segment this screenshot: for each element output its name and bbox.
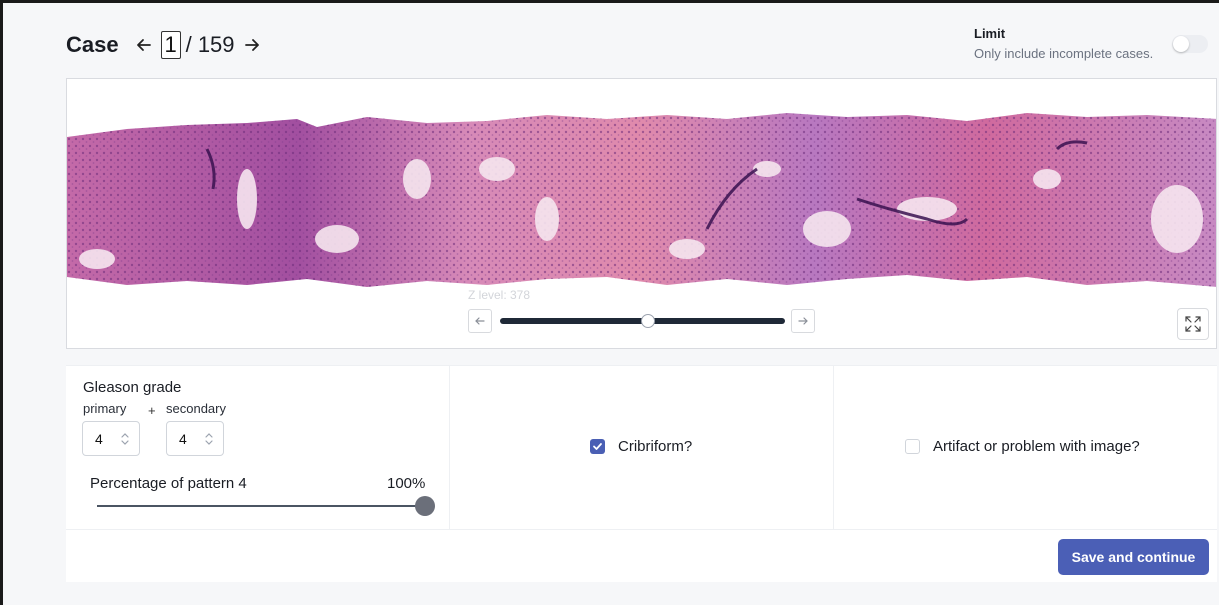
pattern-percentage-slider[interactable]	[97, 505, 425, 507]
secondary-grade-select[interactable]: 4	[166, 421, 224, 456]
limit-toggle[interactable]	[1172, 35, 1208, 53]
pattern-percentage-value: 100%	[387, 475, 426, 492]
row-divider	[66, 529, 1217, 530]
primary-label: primary	[83, 401, 127, 416]
limit-section: Limit Only include incomplete cases.	[974, 26, 1153, 61]
secondary-grade-value: 4	[179, 430, 187, 447]
cribriform-checkbox[interactable]	[590, 439, 605, 454]
artifact-option[interactable]: Artifact or problem with image?	[905, 438, 1140, 455]
case-total: / 159	[185, 32, 235, 57]
arrow-right-icon	[244, 39, 259, 51]
case-title: Case	[66, 32, 119, 57]
limit-description: Only include incomplete cases.	[974, 46, 1154, 61]
expand-icon	[1185, 316, 1201, 332]
plus-sign: +	[148, 403, 156, 418]
artifact-label: Artifact or problem with image?	[933, 438, 1140, 455]
previous-case-button[interactable]	[135, 36, 153, 54]
checkmark-icon	[593, 443, 602, 450]
next-case-button[interactable]	[243, 36, 261, 54]
save-and-continue-button[interactable]: Save and continue	[1058, 539, 1209, 575]
case-header: Case / 159	[66, 30, 261, 60]
tissue-slide-image	[67, 113, 1216, 287]
arrow-right-icon	[798, 317, 808, 325]
z-level-slider-thumb[interactable]	[641, 314, 656, 328]
z-level-label: Z level: 378	[468, 288, 531, 302]
column-divider	[833, 366, 834, 529]
fullscreen-button[interactable]	[1177, 308, 1209, 340]
window-frame-top	[0, 0, 1219, 3]
pattern-percentage-slider-thumb[interactable]	[415, 496, 435, 516]
chevron-up-down-icon	[205, 433, 213, 445]
limit-title: Limit	[974, 26, 1006, 41]
secondary-label: secondary	[166, 401, 226, 416]
arrow-left-icon	[475, 317, 485, 325]
window-frame-left	[0, 0, 3, 605]
arrow-left-icon	[136, 39, 151, 51]
cribriform-label: Cribriform?	[618, 438, 693, 455]
column-divider	[449, 366, 450, 529]
toggle-knob	[1173, 36, 1189, 52]
pattern-percentage-label: Percentage of pattern 4	[90, 475, 247, 492]
z-step-prev-button[interactable]	[468, 309, 492, 333]
cribriform-option[interactable]: Cribriform?	[590, 438, 692, 455]
gleason-grade-title: Gleason grade	[83, 379, 182, 396]
case-number-input[interactable]	[160, 31, 181, 59]
image-viewer[interactable]: Z level: 378	[66, 78, 1217, 349]
artifact-checkbox[interactable]	[905, 439, 920, 454]
z-step-next-button[interactable]	[791, 309, 815, 333]
chevron-up-down-icon	[121, 433, 129, 445]
annotation-panel: Gleason grade primary + secondary 4 4 Pe…	[66, 365, 1217, 582]
primary-grade-value: 4	[95, 430, 103, 447]
primary-grade-select[interactable]: 4	[82, 421, 140, 456]
